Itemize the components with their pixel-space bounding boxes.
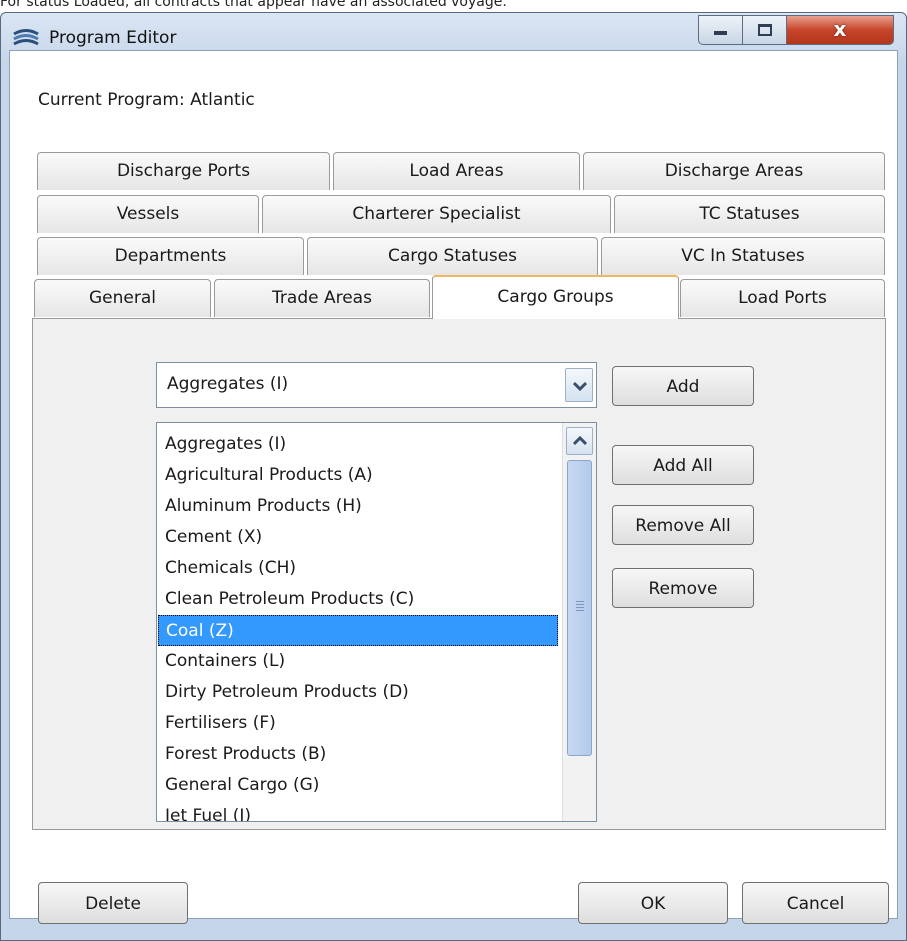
list-item[interactable]: Fertilisers (F) [158,708,558,739]
tab-departments[interactable]: Departments [37,237,304,275]
combo-value: Aggregates (I) [167,374,289,394]
list-item[interactable]: Forest Products (B) [158,739,558,770]
close-icon: x [833,17,847,41]
list-item[interactable]: Jet Fuel (J) [158,801,558,821]
ok-button[interactable]: OK [578,882,728,924]
minimize-icon [714,31,727,35]
list-item[interactable]: Containers (L) [158,646,558,677]
cancel-button[interactable]: Cancel [742,882,889,924]
chevron-down-icon [573,381,587,391]
list-item[interactable]: Chemicals (CH) [158,553,558,584]
list-item[interactable]: Cement (X) [158,522,558,553]
add-button[interactable]: Add [612,366,754,406]
window-controls: x [698,15,894,45]
remove-button[interactable]: Remove [612,568,754,608]
tab-vessels[interactable]: Vessels [37,195,259,233]
delete-button[interactable]: Delete [38,882,188,924]
list-item[interactable]: Clean Petroleum Products (C) [158,584,558,615]
vertical-scrollbar[interactable] [562,423,596,821]
tab-discharge-ports[interactable]: Discharge Ports [37,152,330,190]
scroll-up-arrow-icon [573,436,587,446]
current-program-label: Current Program: Atlantic [38,90,255,110]
scroll-thumb[interactable] [567,460,592,756]
list-items: Aggregates (I) Agricultural Products (A)… [158,429,558,821]
tab-trade-areas[interactable]: Trade Areas [214,279,430,317]
tab-discharge-areas[interactable]: Discharge Areas [583,152,885,190]
cargo-group-list[interactable]: Aggregates (I) Agricultural Products (A)… [156,422,597,822]
tab-load-areas[interactable]: Load Areas [333,152,580,190]
list-item[interactable]: Aluminum Products (H) [158,491,558,522]
tab-charterer-specialist[interactable]: Charterer Specialist [262,195,611,233]
list-item[interactable]: Dirty Petroleum Products (D) [158,677,558,708]
tab-cargo-groups[interactable]: Cargo Groups [432,275,679,319]
cargo-group-combo[interactable]: Aggregates (I) [156,362,597,408]
combo-dropdown-button[interactable] [565,368,593,402]
tab-cargo-statuses[interactable]: Cargo Statuses [307,237,598,275]
list-item[interactable]: Agricultural Products (A) [158,460,558,491]
app-icon [13,29,39,46]
remove-all-button[interactable]: Remove All [612,505,754,545]
close-button[interactable]: x [786,15,894,45]
list-item[interactable]: General Cargo (G) [158,770,558,801]
list-item[interactable]: Aggregates (I) [158,429,558,460]
tab-tc-statuses[interactable]: TC Statuses [614,195,885,233]
scroll-grip-icon [576,601,584,613]
window-title: Program Editor [49,28,177,48]
tab-vc-in-statuses[interactable]: VC In Statuses [601,237,885,275]
scroll-up-button[interactable] [566,427,593,455]
tab-load-ports[interactable]: Load Ports [680,279,885,317]
maximize-button[interactable] [742,15,787,45]
add-all-button[interactable]: Add All [612,445,754,485]
maximize-icon [758,24,772,36]
tab-general[interactable]: General [34,279,211,317]
list-item-selected[interactable]: Coal (Z) [158,615,558,646]
minimize-button[interactable] [698,15,743,45]
